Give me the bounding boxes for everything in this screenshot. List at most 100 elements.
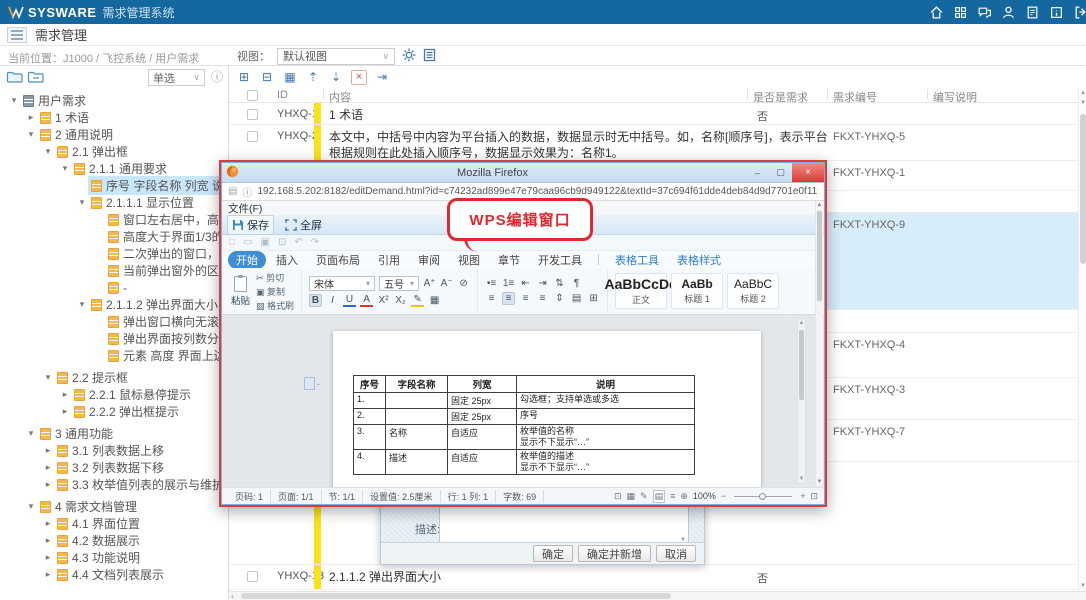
line-spacing-icon[interactable]: ⇕ [553, 293, 566, 304]
fit-page-icon[interactable]: ⊡ [614, 491, 622, 502]
row-checkbox[interactable] [247, 109, 258, 120]
align-left-icon[interactable]: ≡ [485, 293, 498, 304]
logout-icon[interactable] [1073, 5, 1086, 20]
tree-node[interactable]: 4.4 文档列表展示 [0, 566, 228, 583]
scrollbar-thumb[interactable] [799, 330, 804, 400]
ribbon-tab[interactable]: 开始 [228, 251, 266, 269]
ok-button[interactable]: 确定 [533, 545, 573, 562]
cancel-button[interactable]: 取消 [656, 545, 696, 562]
paste-options-float[interactable]: - [304, 377, 320, 390]
tree-node[interactable]: 元素 高度 界面上边线 1 标题栏 28 内.. [0, 347, 228, 364]
table-row[interactable]: YHXQ-2 本文中，中括号中内容为平台插入的数据，数据显示时无中括号。如，名称… [229, 125, 1086, 161]
tree-node-body[interactable]: 3.3 枚举值列表的展示与维护 [54, 475, 227, 494]
tree-toggle-arrow-icon[interactable] [59, 389, 71, 400]
view-list-icon[interactable] [423, 48, 436, 65]
tree-node[interactable]: 4.1 界面位置 [0, 515, 228, 532]
description-textarea[interactable]: ▲ ▼ [439, 501, 689, 545]
increase-indent-icon[interactable]: ⇥ [536, 278, 549, 289]
highlight-icon[interactable]: ✎ [411, 294, 424, 307]
selection-mode-select[interactable]: 单选 ∨ [148, 69, 205, 86]
tree-toggle-arrow-icon[interactable] [42, 372, 54, 383]
justify-icon[interactable]: ≡ [536, 293, 549, 304]
tree-toggle-arrow-icon[interactable] [8, 95, 20, 106]
column-header-id[interactable]: ID [277, 89, 288, 101]
scroll-up-icon[interactable]: ▲ [816, 202, 823, 208]
tree-node[interactable]: 2.1 弹出框 [0, 143, 228, 160]
tree-node-body[interactable]: - [105, 280, 130, 296]
open-doc-icon[interactable]: ▭ [243, 237, 252, 248]
style-preset[interactable]: AaBbC 标题 2 [727, 273, 779, 309]
apps-grid-icon[interactable] [953, 5, 968, 20]
web-view-icon[interactable]: ≡ [670, 491, 675, 501]
underline-icon[interactable]: U [343, 294, 356, 307]
minimize-button[interactable]: – [746, 163, 769, 182]
tree-node[interactable]: 2.2.2 弹出框提示 [0, 403, 228, 420]
tree-node[interactable]: 2.2 提示框 [0, 369, 228, 386]
delete-icon[interactable]: × [351, 70, 367, 85]
cut-button[interactable]: ✂ 剪切 [256, 271, 294, 284]
ribbon-tab[interactable]: 页面布局 [308, 251, 368, 269]
ok-and-new-button[interactable]: 确定并新增 [578, 545, 651, 562]
ribbon-context-tab[interactable]: 表格工具 [607, 251, 667, 269]
sort-icon[interactable]: ⇅ [553, 278, 566, 289]
tree-node[interactable]: 当前弹出窗外的区域遮罩显示。 [0, 262, 228, 279]
view-settings-gear-icon[interactable] [402, 48, 416, 65]
popup-vertical-scrollbar[interactable]: ▲ ▼ [815, 201, 823, 486]
document-page[interactable]: 序号 字段名称 列宽 说明 1. [333, 331, 761, 487]
document-scrollbar[interactable]: ▲ ▼ [797, 318, 806, 484]
format-painter-button[interactable]: ▨ 格式刷 [256, 299, 294, 312]
redo-icon[interactable]: ↷ [311, 237, 319, 248]
zoom-slider[interactable] [734, 496, 792, 497]
zoom-out-icon[interactable]: − [721, 491, 726, 501]
tree-node-body[interactable]: 元素 高度 界面上边线 1 标题栏 28 内.. [105, 346, 228, 365]
scrollbar-thumb[interactable] [817, 211, 822, 301]
tree-toggle-arrow-icon[interactable] [42, 146, 54, 157]
scroll-up-icon[interactable]: ▲ [798, 320, 805, 326]
tree-node[interactable]: 窗口左右居中，高度小于界面1/3的窗. [0, 211, 228, 228]
style-preset[interactable]: AaBb 标题 1 [671, 273, 723, 309]
document-table[interactable]: 序号 字段名称 列宽 说明 1. [353, 375, 695, 475]
tree-node[interactable]: 序号 字段名称 列宽 说明 1. 固定25px 勾.. [0, 177, 228, 194]
tree-node[interactable]: 2.1.1.1 显示位置 [0, 194, 228, 211]
collapse-rows-icon[interactable]: ⊟ [259, 69, 275, 85]
fit-width-icon[interactable]: ⊡ [810, 491, 818, 502]
tree-toggle-arrow-icon[interactable] [76, 299, 88, 310]
scroll-down-icon[interactable]: ▼ [1079, 583, 1086, 589]
tree-toggle-arrow-icon[interactable] [25, 501, 37, 512]
tree-node[interactable]: 1 术语 [0, 109, 228, 126]
bold-icon[interactable]: B [309, 294, 322, 307]
tree-toggle-arrow-icon[interactable] [42, 535, 54, 546]
tree-node[interactable]: 用户需求 [0, 92, 228, 109]
tree-toggle-arrow-icon[interactable] [42, 479, 54, 490]
fullscreen-button[interactable]: 全屏 [280, 215, 327, 235]
info-icon[interactable] [1049, 5, 1064, 20]
font-size-select[interactable]: 五号▾ [379, 276, 419, 291]
ribbon-tab[interactable]: 引用 [370, 251, 408, 269]
zoom-level[interactable]: 100% [693, 491, 716, 501]
tree-node[interactable]: 2.1.1 通用要求 [0, 160, 228, 177]
tree-node-body[interactable]: 4.4 文档列表展示 [54, 565, 167, 584]
table-config-icon[interactable]: ▦ [282, 69, 298, 85]
shading-icon[interactable]: ▤ [570, 293, 583, 304]
scroll-up-icon[interactable]: ▲ [1079, 90, 1086, 96]
scroll-down-icon[interactable]: ▼ [798, 476, 805, 482]
scroll-down-icon[interactable]: ▼ [816, 479, 823, 485]
menu-hamburger-icon[interactable] [7, 27, 27, 43]
expand-rows-icon[interactable]: ⊞ [236, 69, 252, 85]
tree-node[interactable]: 4.3 功能说明 [0, 549, 228, 566]
view-select[interactable]: 默认视图 ∨ [277, 48, 395, 65]
align-center-icon[interactable]: ≡ [502, 292, 515, 305]
tree-node[interactable]: 3 通用功能 [0, 425, 228, 442]
grid-vertical-scrollbar[interactable]: ▲ ▼ ▼ [1078, 88, 1086, 591]
align-right-icon[interactable]: ≡ [519, 293, 532, 304]
new-doc-icon[interactable]: □ [229, 237, 235, 248]
ribbon-context-tab[interactable]: 表格样式 [669, 251, 729, 269]
paste-button[interactable]: 粘贴 [231, 276, 250, 307]
tree-toggle-arrow-icon[interactable] [42, 552, 54, 563]
tree-node[interactable]: 3.3 枚举值列表的展示与维护 [0, 476, 228, 493]
tree-toggle-arrow-icon[interactable] [42, 445, 54, 456]
decrease-indent-icon[interactable]: ⇤ [519, 278, 532, 289]
home-icon[interactable] [929, 5, 944, 20]
ribbon-tab[interactable]: 插入 [268, 251, 306, 269]
copy-button[interactable]: ▣ 复制 [256, 285, 294, 298]
